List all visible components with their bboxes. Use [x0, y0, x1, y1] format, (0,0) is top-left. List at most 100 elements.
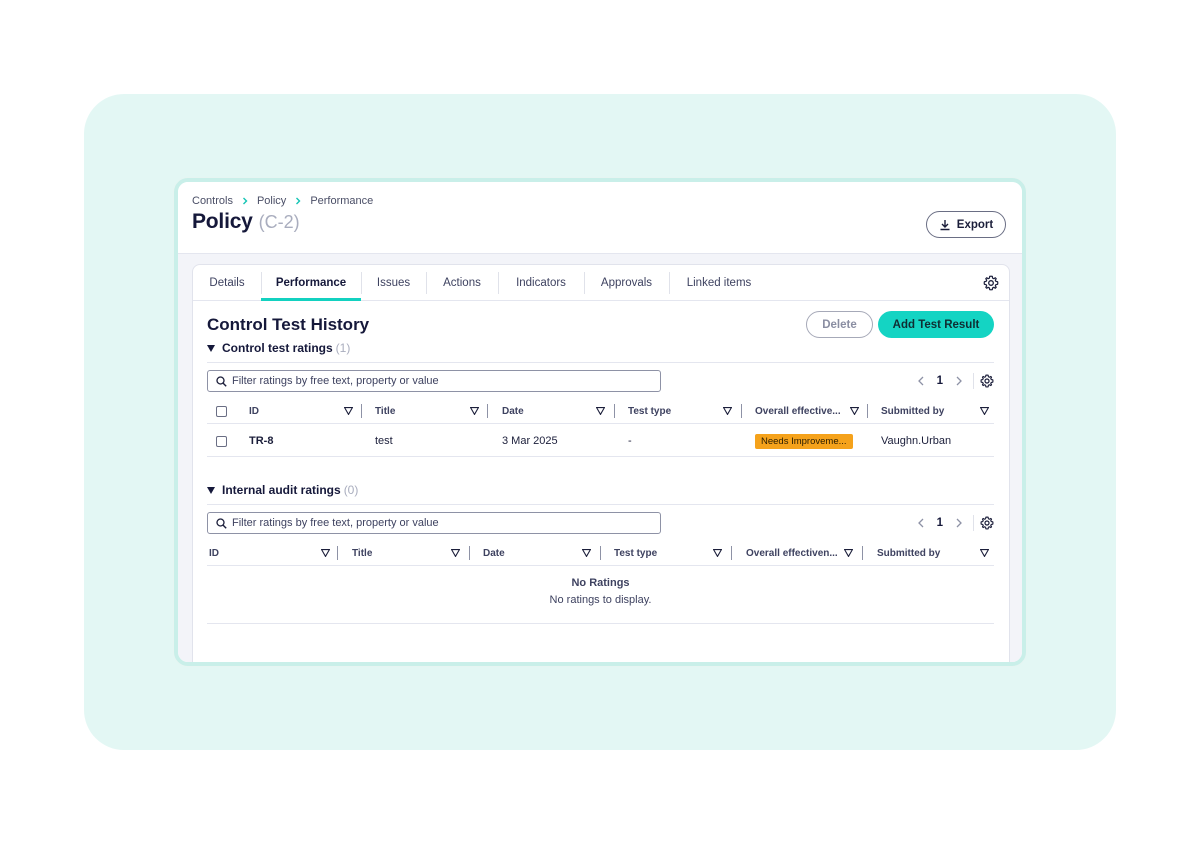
group-count: (0) [343, 483, 359, 497]
cell-title: test [375, 435, 393, 447]
page-code: (C-2) [258, 212, 300, 232]
breadcrumb-item-policy[interactable]: Policy [257, 195, 286, 207]
column-label: Overall effective... [755, 405, 841, 417]
triangle-down-icon [207, 344, 215, 352]
column-divider [469, 546, 470, 560]
delete-button[interactable]: Delete [806, 311, 873, 338]
column-label: Date [483, 547, 505, 559]
app-window: Controls Policy Performance Policy (C-2)… [174, 178, 1026, 666]
gear-icon[interactable] [980, 374, 994, 388]
sort-icon [321, 549, 330, 557]
column-header-overall-effectiveness[interactable]: Overall effective... [755, 398, 868, 424]
cell-id[interactable]: TR-8 [249, 425, 273, 457]
chevron-left-icon[interactable] [913, 373, 929, 389]
tab-actions[interactable]: Actions [426, 265, 498, 300]
sort-icon [582, 549, 591, 557]
column-label: Overall effectiven... [746, 547, 838, 559]
cell-test-type: - [628, 435, 632, 447]
add-test-result-button[interactable]: Add Test Result [878, 311, 994, 338]
tab-performance[interactable]: Performance [261, 265, 361, 301]
sort-icon [451, 549, 460, 557]
column-divider [487, 404, 488, 418]
sort-icon [980, 549, 989, 557]
divider [973, 515, 974, 531]
column-label: Test type [628, 405, 672, 417]
group-title: Internal audit ratings [222, 483, 341, 497]
divider [207, 504, 994, 505]
select-all-checkbox[interactable] [216, 398, 227, 424]
empty-state-message: No ratings to display. [549, 594, 652, 606]
chevron-right-icon[interactable] [951, 515, 967, 531]
sort-icon [723, 407, 732, 415]
table-header: ID Title Date Test type Overall effectiv… [207, 540, 994, 566]
column-header-submitted-by[interactable]: Submitted by [877, 540, 994, 566]
group-toggle[interactable]: Internal audit ratings (0) [207, 481, 358, 499]
chevron-right-icon [242, 197, 248, 205]
filter-input[interactable] [232, 375, 632, 387]
chevron-right-icon[interactable] [951, 373, 967, 389]
cell-effectiveness: Needs Improveme... [755, 425, 853, 457]
pagination: 1 [904, 512, 994, 534]
group-title: Control test ratings [222, 341, 333, 355]
search-icon [216, 517, 227, 529]
tab-indicators[interactable]: Indicators [498, 265, 584, 300]
column-divider [867, 404, 868, 418]
column-label: ID [249, 405, 259, 417]
column-label: Submitted by [877, 547, 941, 559]
column-header-title[interactable]: Title [352, 540, 470, 566]
tab-linked-items[interactable]: Linked items [669, 265, 769, 300]
row-checkbox[interactable] [216, 425, 227, 457]
sort-icon [470, 407, 479, 415]
gear-icon[interactable] [980, 516, 994, 530]
column-label: Title [375, 405, 396, 417]
filter-input[interactable] [232, 517, 632, 529]
sort-icon [980, 407, 989, 415]
export-button[interactable]: Export [926, 211, 1006, 238]
column-label: Submitted by [881, 405, 945, 417]
pagination: 1 [904, 370, 994, 392]
table-row[interactable]: TR-8 test 3 Mar 2025 - Needs Improveme..… [207, 425, 994, 457]
gear-icon[interactable] [983, 275, 999, 291]
tab-label: Performance [275, 276, 347, 289]
main-panel: Details Performance Issues Actions Indic… [192, 264, 1010, 662]
column-label: Test type [614, 547, 658, 559]
sort-icon [850, 407, 859, 415]
tab-details[interactable]: Details [193, 265, 261, 300]
status-badge: Needs Improveme... [755, 433, 853, 449]
download-icon [940, 219, 950, 230]
chevron-right-icon [296, 197, 301, 205]
export-label: Export [956, 218, 994, 231]
divider [973, 373, 974, 389]
page-title: Policy [192, 210, 253, 233]
chevron-left-icon[interactable] [913, 515, 929, 531]
tab-approvals[interactable]: Approvals [584, 265, 669, 300]
tab-label: Actions [443, 276, 481, 289]
search-icon [216, 375, 227, 387]
column-header-test-type[interactable]: Test type [614, 540, 732, 566]
column-header-title[interactable]: Title [375, 398, 488, 424]
column-header-overall-effectiveness[interactable]: Overall effectiven... [746, 540, 863, 566]
column-header-id[interactable]: ID [209, 540, 338, 566]
column-header-test-type[interactable]: Test type [628, 398, 742, 424]
column-header-date[interactable]: Date [502, 398, 615, 424]
filter-box [207, 370, 661, 392]
control-test-ratings-group: Control test ratings (1) 1 [207, 339, 994, 459]
tab-issues[interactable]: Issues [361, 265, 426, 300]
filter-box [207, 512, 661, 534]
column-header-date[interactable]: Date [483, 540, 601, 566]
empty-state: No Ratings No ratings to display. [207, 577, 994, 606]
tab-label: Approvals [600, 276, 653, 289]
column-header-id[interactable]: ID [249, 398, 362, 424]
sort-icon [344, 407, 353, 415]
table-header: ID Title Date Test type Overall effectiv… [207, 398, 994, 424]
column-divider [741, 404, 742, 418]
column-divider [862, 546, 863, 560]
column-label: Date [502, 405, 524, 417]
tab-label: Linked items [686, 276, 752, 289]
tab-label: Details [209, 276, 245, 289]
group-count: (1) [335, 341, 351, 355]
breadcrumb-item-controls[interactable]: Controls [192, 195, 233, 207]
triangle-down-icon [207, 486, 215, 494]
group-toggle[interactable]: Control test ratings (1) [207, 339, 350, 357]
column-header-submitted-by[interactable]: Submitted by [881, 398, 994, 424]
